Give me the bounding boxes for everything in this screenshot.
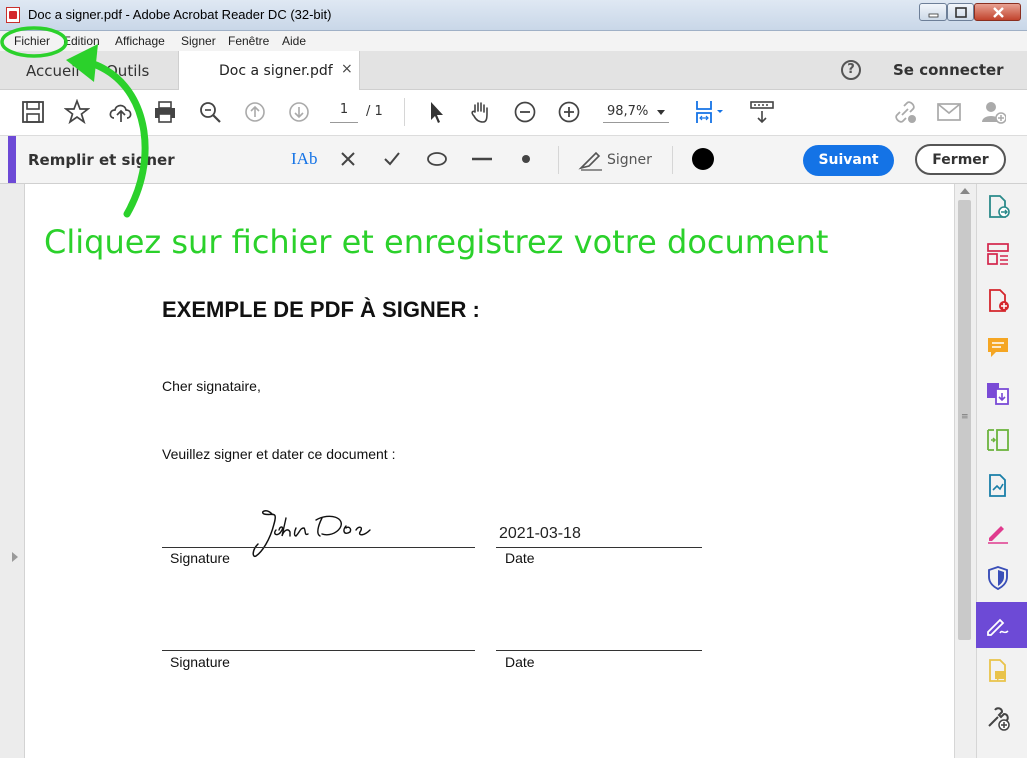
zoom-search-icon[interactable] xyxy=(197,99,223,125)
zoom-value: 98,7% xyxy=(607,104,649,119)
dot-icon[interactable] xyxy=(515,148,537,170)
document-heading: EXEMPLE DE PDF À SIGNER : xyxy=(162,297,480,322)
maximize-button[interactable] xyxy=(947,3,974,21)
date-label: Date xyxy=(505,550,535,566)
more-tools-icon[interactable] xyxy=(984,704,1012,732)
fill-sign-title: Remplir et signer xyxy=(28,151,175,169)
send-comments-icon[interactable] xyxy=(984,657,1012,685)
menu-fichier[interactable]: Fichier xyxy=(14,34,50,48)
date-label: Date xyxy=(505,654,535,670)
fill-sign-accent xyxy=(8,136,16,183)
add-user-icon[interactable] xyxy=(980,99,1006,125)
instruction-annotation: Cliquez sur fichier et enregistrez votre… xyxy=(44,223,829,261)
fill-sign-separator xyxy=(672,146,673,174)
protect-shield-icon[interactable] xyxy=(984,564,1012,592)
save-icon[interactable] xyxy=(20,99,46,125)
tab-home[interactable]: Accueil xyxy=(26,62,80,80)
page-up-icon[interactable] xyxy=(242,99,268,125)
zoom-select[interactable]: 98,7% xyxy=(603,102,669,123)
menu-fenetre[interactable]: Fenêtre xyxy=(228,34,269,48)
hand-icon[interactable] xyxy=(467,99,493,125)
create-pdf-icon[interactable] xyxy=(984,287,1012,315)
sign-in-link[interactable]: Se connecter xyxy=(893,61,1004,79)
pdf-page xyxy=(25,184,954,758)
chevron-down-icon xyxy=(657,110,665,115)
document-tab-label: Doc a signer.pdf xyxy=(219,63,333,79)
signature-line xyxy=(162,650,475,651)
print-icon[interactable] xyxy=(152,99,178,125)
scroll-up-icon[interactable] xyxy=(960,188,970,194)
signature-label: Signature xyxy=(170,550,230,566)
handwritten-signature[interactable] xyxy=(246,504,376,560)
minimize-button[interactable] xyxy=(919,3,947,21)
page-total: / 1 xyxy=(366,104,383,119)
sign-label[interactable]: Signer xyxy=(607,152,652,168)
line-icon[interactable] xyxy=(470,148,494,170)
date-value[interactable]: 2021-03-18 xyxy=(499,525,581,543)
fit-page-icon[interactable] xyxy=(693,99,729,125)
tab-document[interactable]: Doc a signer.pdf × xyxy=(178,51,360,90)
mail-icon[interactable] xyxy=(936,99,962,125)
date-line xyxy=(496,547,702,548)
color-picker-swatch[interactable] xyxy=(692,148,714,170)
zoom-out-icon[interactable] xyxy=(512,99,538,125)
cloud-upload-icon[interactable] xyxy=(108,99,134,125)
close-tab-icon[interactable]: × xyxy=(341,61,353,77)
tab-tools[interactable]: Outils xyxy=(106,62,149,80)
page-number-input[interactable]: 1 xyxy=(330,102,358,123)
combine-files-icon[interactable] xyxy=(984,380,1012,408)
left-panel-strip xyxy=(0,184,25,758)
menu-affichage[interactable]: Affichage xyxy=(115,34,165,48)
signature-line xyxy=(162,547,475,548)
ellipse-icon[interactable] xyxy=(425,148,449,170)
document-greeting: Cher signataire, xyxy=(162,378,261,394)
comment-icon[interactable] xyxy=(984,334,1012,362)
document-instruction: Veuillez signer et dater ce document : xyxy=(162,446,396,462)
fill-sign-pen-icon[interactable] xyxy=(984,518,1012,546)
acrobat-app-icon xyxy=(6,7,20,23)
compress-pdf-icon[interactable] xyxy=(984,426,1012,454)
tab-bar xyxy=(0,51,1027,90)
menu-edition[interactable]: Edition xyxy=(63,34,100,48)
scroll-grip-icon: ≡ xyxy=(961,412,969,422)
page-down-icon[interactable] xyxy=(286,99,312,125)
add-text-tool[interactable]: IAb xyxy=(291,149,317,169)
expand-left-panel-icon[interactable] xyxy=(12,552,18,562)
toolbar-separator xyxy=(404,98,405,126)
select-cursor-icon[interactable] xyxy=(424,99,450,125)
cross-mark-icon[interactable] xyxy=(337,148,359,170)
zoom-in-icon[interactable] xyxy=(556,99,582,125)
organize-pages-icon[interactable] xyxy=(984,240,1012,268)
star-icon[interactable] xyxy=(64,99,90,125)
signature-active-icon[interactable] xyxy=(984,611,1012,639)
help-icon[interactable]: ? xyxy=(841,60,861,80)
window-title: Doc a signer.pdf - Adobe Acrobat Reader … xyxy=(28,7,332,22)
fill-sign-separator xyxy=(558,146,559,174)
date-line xyxy=(496,650,702,651)
signature-label: Signature xyxy=(170,654,230,670)
menu-signer[interactable]: Signer xyxy=(181,34,216,48)
next-button[interactable]: Suivant xyxy=(803,145,894,176)
export-pdf-icon[interactable] xyxy=(984,193,1012,221)
edit-pdf-icon[interactable] xyxy=(984,472,1012,500)
sign-pen-icon[interactable] xyxy=(578,148,604,172)
read-mode-icon[interactable] xyxy=(749,99,775,125)
menu-aide[interactable]: Aide xyxy=(282,34,306,48)
link-icon[interactable] xyxy=(892,99,918,125)
close-button[interactable]: Fermer xyxy=(915,144,1006,175)
close-window-button[interactable] xyxy=(974,3,1021,21)
check-mark-icon[interactable] xyxy=(381,148,403,170)
